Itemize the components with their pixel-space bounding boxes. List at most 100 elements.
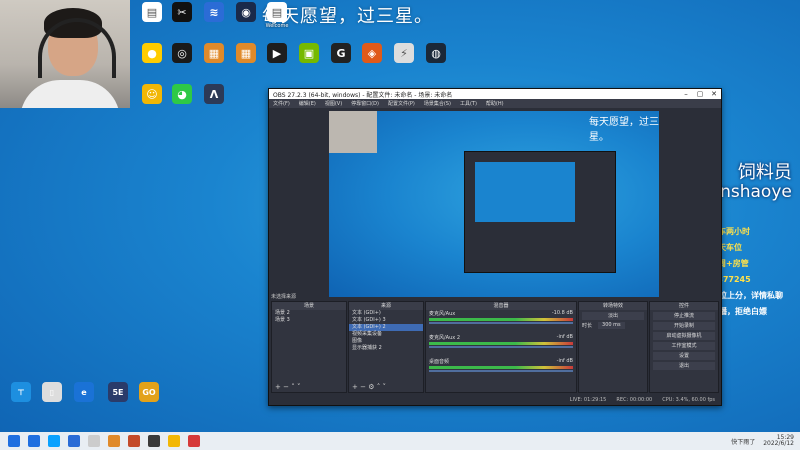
- taskbar-app-icon[interactable]: [48, 435, 60, 447]
- app-icon: ⊤: [11, 382, 31, 402]
- mixer-channel[interactable]: 桌面音频 -inf dB: [426, 358, 576, 372]
- minimize-icon[interactable]: –: [679, 90, 693, 98]
- taskbar-app-icon[interactable]: [68, 435, 80, 447]
- app-icon: ▦: [204, 43, 224, 63]
- streamer-body: [20, 80, 120, 108]
- no-source-label: 未选择来源: [271, 294, 297, 300]
- duration-label: 时长: [582, 323, 593, 329]
- source-item[interactable]: 显示器捕获 2: [349, 345, 423, 352]
- studio-mode-button[interactable]: 工作室模式: [653, 342, 715, 350]
- desktop-app-icon[interactable]: ◍: [417, 43, 455, 64]
- scenes-toolbar: + − ˄ ˅: [272, 383, 346, 392]
- app-icon: e: [74, 382, 94, 402]
- scene-item[interactable]: 场景 3: [272, 317, 346, 324]
- virtual-camera-button[interactable]: 启动虚拟摄像机: [653, 332, 715, 340]
- menu-docks[interactable]: 停靠窗口(D): [351, 100, 379, 107]
- source-item[interactable]: 文本 (GDI+) 3: [349, 317, 423, 324]
- scenes-dock: 场景 场景 2 场景 3 + − ˄ ˅: [271, 301, 347, 393]
- app-icon: ▦: [236, 43, 256, 63]
- webcam-feed: [0, 0, 130, 108]
- menu-file[interactable]: 文件(F): [273, 100, 290, 107]
- taskbar-app-icon[interactable]: [108, 435, 120, 447]
- preview-nested-obs: [464, 151, 616, 273]
- scene-item[interactable]: 场景 2: [272, 310, 346, 317]
- close-icon[interactable]: ✕: [707, 90, 721, 98]
- menu-view[interactable]: 视图(V): [325, 100, 342, 107]
- taskbar-app-icon[interactable]: [128, 435, 140, 447]
- transition-select[interactable]: 淡出: [582, 312, 644, 320]
- menu-scene-collection[interactable]: 场景集合(S): [424, 100, 451, 107]
- preview-nested-canvas: [475, 162, 575, 222]
- cpu-status: CPU: 3.4%, 60.00 fps: [662, 397, 715, 403]
- app-icon: ◉: [236, 2, 256, 22]
- move-down-icon[interactable]: ˅: [297, 383, 301, 391]
- exit-button[interactable]: 退出: [653, 362, 715, 370]
- obs-window[interactable]: OBS 27.2.3 (64-bit, windows) - 配置文件: 未命名…: [268, 88, 722, 406]
- app-icon: ◕: [172, 84, 192, 104]
- maximize-icon[interactable]: ▢: [693, 90, 707, 98]
- obs-titlebar[interactable]: OBS 27.2.3 (64-bit, windows) - 配置文件: 未命名…: [269, 89, 721, 99]
- mixer-header: 混音器: [426, 302, 576, 310]
- taskbar-app-icon[interactable]: [168, 435, 180, 447]
- mixer-channel[interactable]: 麦克风/Aux -10.8 dB: [426, 310, 576, 324]
- clock[interactable]: 15:29 2022/6/12: [763, 435, 794, 447]
- add-source-icon[interactable]: +: [352, 383, 358, 391]
- source-settings-icon[interactable]: ⚙: [368, 383, 374, 391]
- controls-header: 控件: [650, 302, 718, 310]
- desktop-app-icon[interactable]: Λ: [195, 84, 233, 105]
- stop-streaming-button[interactable]: 停止推流: [653, 312, 715, 320]
- menu-profile[interactable]: 配置文件(P): [388, 100, 415, 107]
- menu-tools[interactable]: 工具(T): [460, 100, 477, 107]
- streamer-name-cn: 饲料员: [737, 162, 792, 183]
- controls-dock: 控件 停止推流 开始录制 启动虚拟摄像机 工作室模式 设置 退出: [649, 301, 719, 393]
- source-item[interactable]: 文本 (GDI+) 2: [349, 324, 423, 331]
- add-scene-icon[interactable]: +: [275, 383, 281, 391]
- app-icon: G: [331, 43, 351, 63]
- volume-slider[interactable]: [429, 370, 573, 372]
- start-recording-button[interactable]: 开始录制: [653, 322, 715, 330]
- menu-help[interactable]: 帮助(H): [486, 100, 504, 107]
- obs-dock-area: 未选择来源 场景 场景 2 场景 3 + − ˄ ˅ 来源 文本 (GDI+) …: [269, 294, 721, 405]
- move-down-icon[interactable]: ˅: [382, 383, 386, 391]
- app-label: Welcome: [265, 23, 289, 29]
- app-icon: ▤: [267, 2, 287, 22]
- desktop-app-icon[interactable]: ▤ Welcome: [258, 2, 296, 29]
- remove-scene-icon[interactable]: −: [283, 383, 289, 391]
- source-item[interactable]: 文本 (GDI+): [349, 310, 423, 317]
- obs-title: OBS 27.2.3 (64-bit, windows) - 配置文件: 未命名…: [273, 91, 453, 99]
- desktop-app-icon[interactable]: GO: [130, 382, 168, 403]
- preview-webcam: [329, 111, 377, 153]
- volume-slider[interactable]: [429, 346, 573, 348]
- weather-text[interactable]: 快下雨了: [731, 437, 755, 446]
- app-icon: ▯: [42, 382, 62, 402]
- desktop-app-icon[interactable]: e: [65, 382, 103, 403]
- obs-preview-canvas[interactable]: 每天愿望，过三星。: [329, 111, 659, 297]
- windows-start-icon[interactable]: [8, 435, 20, 447]
- taskbar-apps: [20, 435, 200, 447]
- app-icon: ▣: [299, 43, 319, 63]
- menu-edit[interactable]: 编辑(E): [299, 100, 316, 107]
- transitions-dock: 转场特效 淡出 时长 300 ms: [578, 301, 648, 393]
- taskbar-app-icon[interactable]: [28, 435, 40, 447]
- taskbar-app-icon[interactable]: [88, 435, 100, 447]
- settings-button[interactable]: 设置: [653, 352, 715, 360]
- source-item[interactable]: 视频采集设备: [349, 331, 423, 338]
- remove-source-icon[interactable]: −: [360, 383, 366, 391]
- app-icon: Λ: [204, 84, 224, 104]
- transitions-header: 转场特效: [579, 302, 647, 310]
- scenes-header: 场景: [272, 302, 346, 310]
- move-up-icon[interactable]: ˄: [291, 383, 295, 391]
- mixer-channel[interactable]: 麦克风/Aux 2 -inf dB: [426, 334, 576, 348]
- source-item[interactable]: 图像: [349, 338, 423, 345]
- app-icon: ◈: [362, 43, 382, 63]
- app-icon: ▶: [267, 43, 287, 63]
- move-up-icon[interactable]: ˄: [377, 383, 381, 391]
- system-tray: 快下雨了 15:29 2022/6/12: [731, 435, 800, 447]
- taskbar-app-icon[interactable]: [188, 435, 200, 447]
- volume-slider[interactable]: [429, 322, 573, 324]
- taskbar-app-icon[interactable]: [148, 435, 160, 447]
- duration-input[interactable]: 300 ms: [598, 322, 625, 329]
- sources-dock: 来源 文本 (GDI+) 文本 (GDI+) 3 文本 (GDI+) 2 视频采…: [348, 301, 424, 393]
- app-icon: ◍: [426, 43, 446, 63]
- rec-status: REC: 00:00:00: [616, 397, 653, 403]
